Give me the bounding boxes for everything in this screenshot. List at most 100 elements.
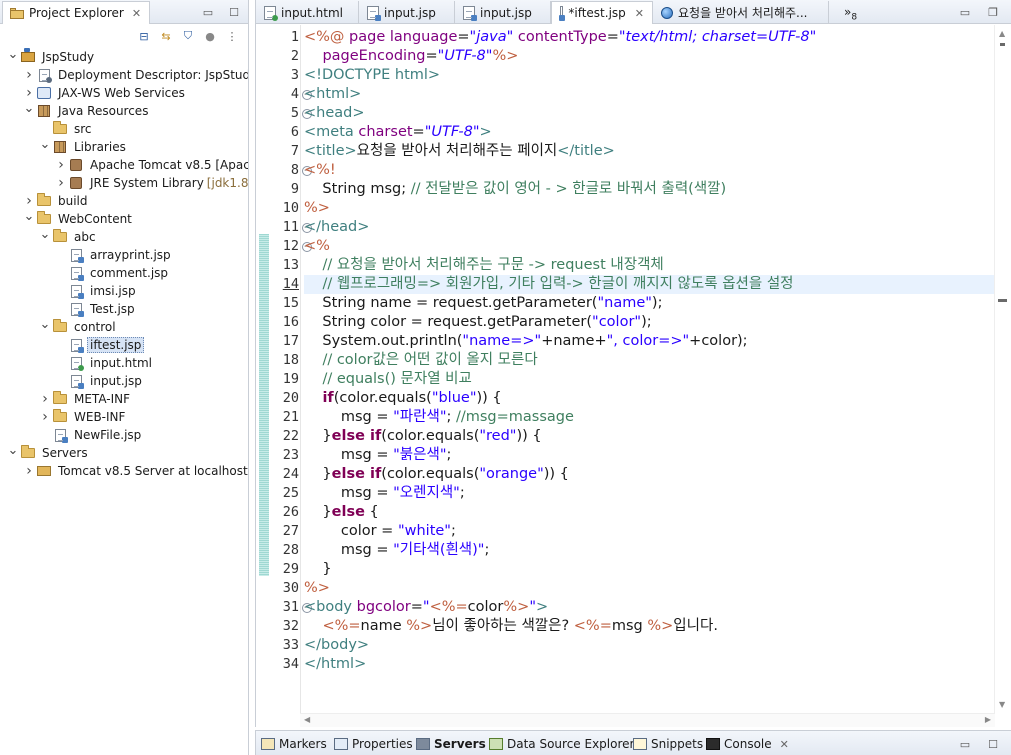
code-line[interactable]: String msg; // 전달받은 값이 영어 - > 한글로 바꿔서 출력… [304, 180, 1004, 199]
tree-item[interactable]: › JAX-WS Web Services [0, 84, 248, 102]
code-line[interactable]: msg = "붉은색"; [304, 446, 1004, 465]
code-line[interactable]: %> [304, 579, 1004, 598]
tree-item[interactable]: input.html [0, 354, 248, 372]
tree-item[interactable]: › Tomcat v8.5 Server at localhost-co [0, 462, 248, 480]
code-line[interactable]: <%@ page language="java" contentType="te… [304, 28, 1004, 47]
overview-marker[interactable] [998, 299, 1007, 302]
code-line[interactable]: <%=name %>님이 좋아하는 색깔은? <%=msg %>입니다. [304, 617, 1004, 636]
code-line[interactable]: // 요청을 받아서 처리해주는 구문 -> request 내장객체 [304, 256, 1004, 275]
code-line[interactable]: <head> [304, 104, 1004, 123]
code-line[interactable]: String color = request.getParameter("col… [304, 313, 1004, 332]
code-line[interactable]: // equals() 문자열 비교 [304, 370, 1004, 389]
expand-chevron-icon[interactable]: › [38, 409, 52, 425]
code-line[interactable]: <html> [304, 85, 1004, 104]
tree-item[interactable]: › Deployment Descriptor: JspStudy [0, 66, 248, 84]
tree-item[interactable]: ⌄ Java Resources [0, 101, 248, 120]
tab-servers[interactable]: Servers [416, 735, 486, 753]
code-line[interactable]: // 웹프로그래밍=> 회원가입, 기타 입력-> 한글이 깨지지 않도록 옵션… [304, 275, 1004, 294]
focus-icon[interactable]: ● [202, 28, 218, 44]
tree-item[interactable]: NewFile.jsp [0, 426, 248, 444]
code-line[interactable]: } [304, 560, 1004, 579]
tree-item[interactable]: imsi.jsp [0, 282, 248, 300]
collapse-all-icon[interactable]: ⊟ [136, 28, 152, 44]
tab-markers[interactable]: Markers [261, 735, 327, 753]
close-icon[interactable]: ✕ [132, 7, 141, 20]
expand-chevron-icon[interactable]: › [22, 463, 36, 479]
collapse-chevron-icon[interactable]: ⌄ [38, 317, 52, 332]
code-line[interactable]: }else if(color.equals("orange")) { [304, 465, 1004, 484]
code-line[interactable]: %> [304, 199, 1004, 218]
vertical-scrollbar[interactable]: ▲ ▼ [994, 25, 1011, 713]
code-line[interactable]: </body> [304, 636, 1004, 655]
code-text[interactable]: <%@ page language="java" contentType="te… [304, 28, 1004, 674]
expand-chevron-icon[interactable]: › [22, 67, 36, 83]
code-line[interactable]: }else { [304, 503, 1004, 522]
maximize-icon[interactable]: ☐ [226, 4, 242, 20]
editor-tab-input-html[interactable]: input.html [256, 1, 359, 24]
tree-item[interactable]: input.jsp [0, 372, 248, 390]
tree-item[interactable]: › WEB-INF [0, 408, 248, 426]
collapse-chevron-icon[interactable]: ⌄ [38, 137, 52, 152]
minimize-icon[interactable]: ▭ [957, 736, 973, 752]
code-line[interactable]: <!DOCTYPE html> [304, 66, 1004, 85]
tree-item[interactable]: ⌄ JspStudy [0, 47, 248, 66]
code-line[interactable]: </head> [304, 218, 1004, 237]
code-line[interactable]: msg = "파란색"; //msg=massage [304, 408, 1004, 427]
scroll-down-icon[interactable]: ▼ [999, 700, 1005, 709]
tree-item[interactable]: › build [0, 192, 248, 210]
code-line[interactable]: String name = request.getParameter("name… [304, 294, 1004, 313]
close-icon[interactable]: ✕ [780, 738, 789, 751]
tab-snippets[interactable]: Snippets [633, 735, 703, 753]
tab-data-source-explorer[interactable]: Data Source Explorer [489, 735, 634, 753]
filter-icon[interactable]: ⛉ [180, 28, 196, 44]
tab-overflow-button[interactable]: »8 [844, 5, 857, 22]
code-line[interactable]: }else if(color.equals("red")) { [304, 427, 1004, 446]
collapse-chevron-icon[interactable]: ⌄ [38, 227, 52, 242]
expand-chevron-icon[interactable]: › [22, 193, 36, 209]
scroll-up-icon[interactable]: ▲ [999, 29, 1005, 38]
project-explorer-tab[interactable]: Project Explorer ✕ [2, 1, 151, 24]
collapse-chevron-icon[interactable]: ⌄ [22, 209, 36, 224]
tree-item[interactable]: comment.jsp [0, 264, 248, 282]
expand-chevron-icon[interactable]: › [38, 391, 52, 407]
horizontal-scrollbar[interactable]: ◀ ▶ [300, 713, 995, 727]
tab-console[interactable]: Console ✕ [706, 735, 789, 753]
link-with-editor-icon[interactable]: ⇆ [158, 28, 174, 44]
overview-marker[interactable] [1000, 43, 1005, 46]
collapse-chevron-icon[interactable]: ⌄ [22, 101, 36, 116]
scroll-left-icon[interactable]: ◀ [304, 715, 310, 724]
tree-item[interactable]: ⌄ WebContent [0, 209, 248, 228]
tree-item[interactable]: ⌄ abc [0, 227, 248, 246]
code-line[interactable]: </html> [304, 655, 1004, 674]
code-line[interactable]: <%! [304, 161, 1004, 180]
tree-item[interactable]: › Apache Tomcat v8.5 [Apache [0, 156, 248, 174]
code-line[interactable]: msg = "기타색(흰색)"; [304, 541, 1004, 560]
view-menu-icon[interactable]: ⋮ [224, 28, 240, 44]
code-line[interactable]: pageEncoding="UTF-8"%> [304, 47, 1004, 66]
editor-tab-iftest-jsp[interactable]: *iftest.jsp ✕ [551, 1, 653, 24]
minimize-icon[interactable]: ▭ [200, 4, 216, 20]
code-line[interactable]: System.out.println("name=>"+name+", colo… [304, 332, 1004, 351]
editor-tab-browser[interactable]: 요청을 받아서 처리해주... [653, 1, 829, 24]
tree-item[interactable]: › JRE System Library [jdk1.8] [0, 174, 248, 192]
code-line[interactable]: // color값은 어떤 값이 올지 모른다 [304, 351, 1004, 370]
scroll-right-icon[interactable]: ▶ [985, 715, 991, 724]
expand-chevron-icon[interactable]: › [54, 157, 68, 173]
tree-item[interactable]: ⌄ Servers [0, 443, 248, 462]
code-line[interactable]: color = "white"; [304, 522, 1004, 541]
tree-item[interactable]: arrayprint.jsp [0, 246, 248, 264]
code-line[interactable]: if(color.equals("blue")) { [304, 389, 1004, 408]
code-line[interactable]: <title>요청을 받아서 처리해주는 페이지</title> [304, 142, 1004, 161]
collapse-chevron-icon[interactable]: ⌄ [6, 47, 20, 62]
tree-item[interactable]: Test.jsp [0, 300, 248, 318]
editor-tab-input-jsp-2[interactable]: input.jsp [455, 1, 551, 24]
expand-chevron-icon[interactable]: › [54, 175, 68, 191]
collapse-chevron-icon[interactable]: ⌄ [6, 443, 20, 458]
editor-tab-input-jsp[interactable]: input.jsp [359, 1, 455, 24]
tree-item[interactable]: src [0, 120, 248, 138]
tree-item[interactable]: ⌄ Libraries [0, 137, 248, 156]
code-line[interactable]: msg = "오렌지색"; [304, 484, 1004, 503]
tree-item[interactable]: › META-INF [0, 390, 248, 408]
code-line[interactable]: <meta charset="UTF-8"> [304, 123, 1004, 142]
maximize-icon[interactable]: ☐ [985, 736, 1001, 752]
